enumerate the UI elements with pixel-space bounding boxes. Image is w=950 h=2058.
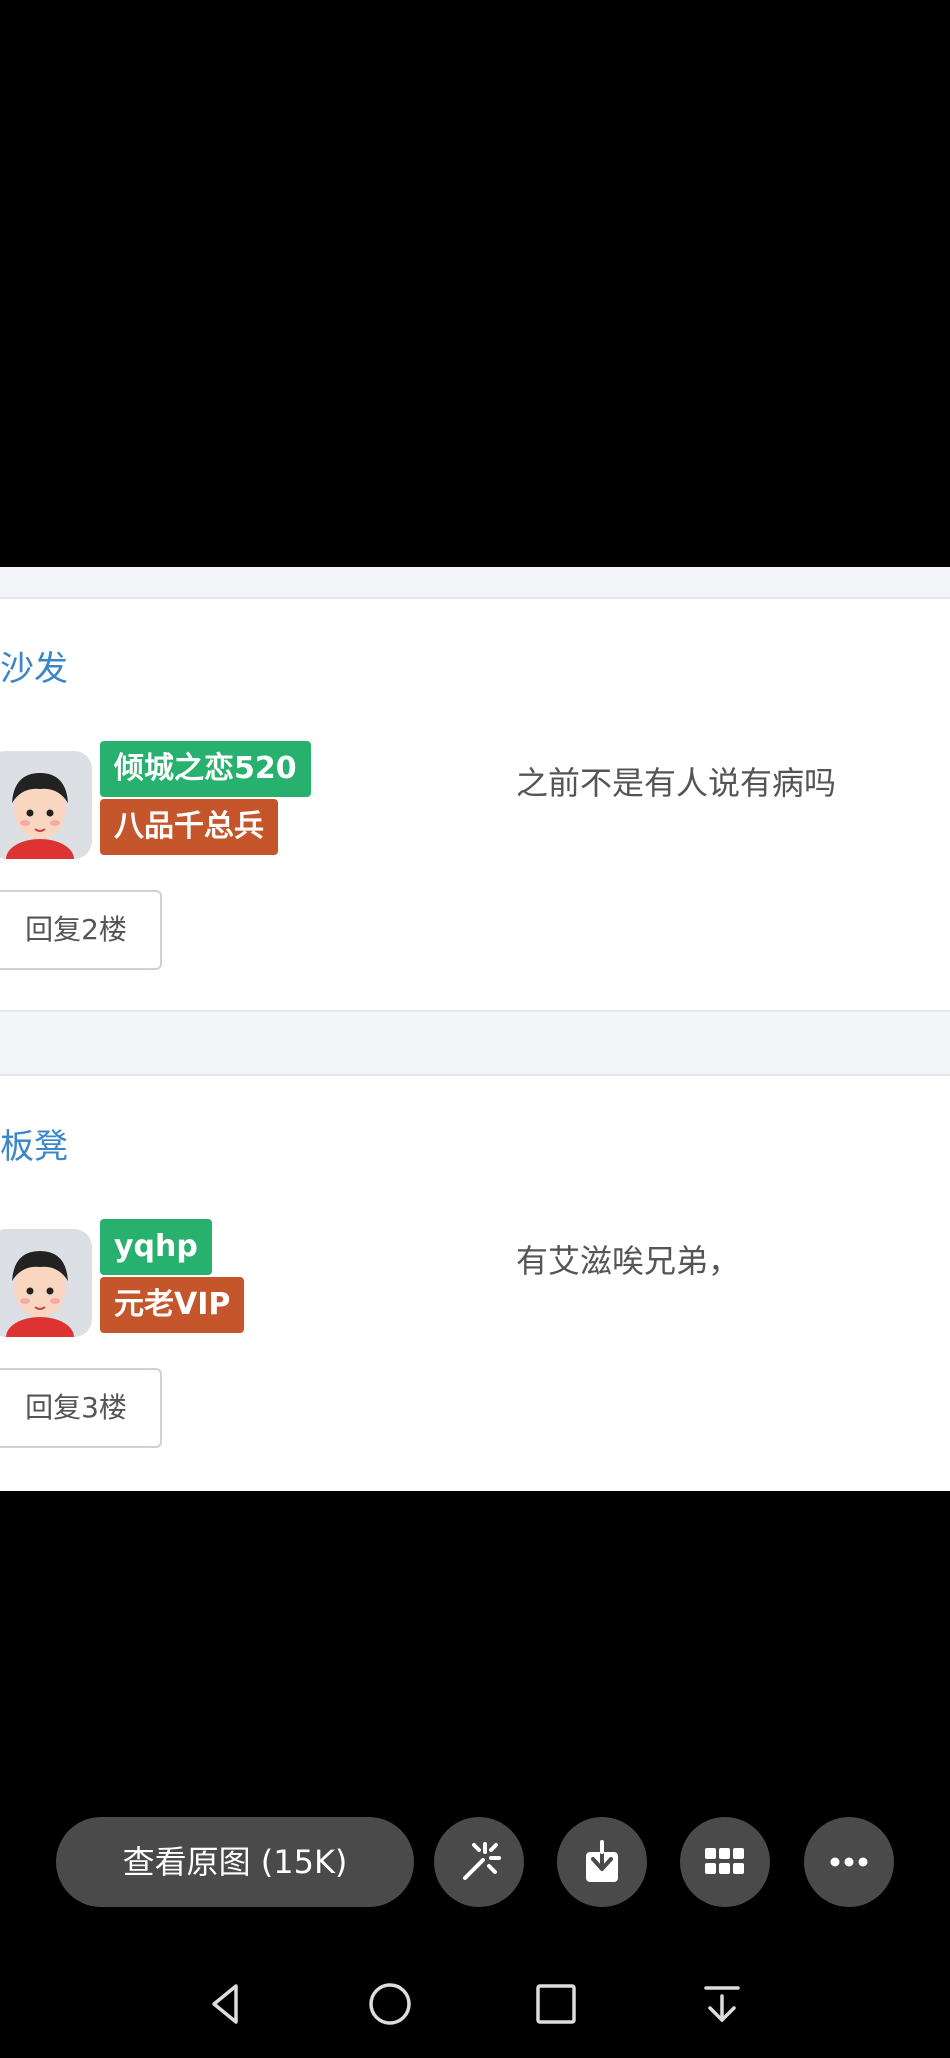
download-button[interactable]	[557, 1817, 647, 1907]
grid-button[interactable]	[680, 1817, 770, 1907]
magic-wand-icon	[463, 1842, 501, 1880]
forum-screenshot: 沙发 倾城之恋520 八品千总兵 之前不是有人说有病吗 回复2楼 板凳 yqhp…	[0, 567, 950, 1491]
reply-button[interactable]: 回复3楼	[0, 1368, 162, 1448]
more-button[interactable]	[804, 1817, 894, 1907]
notification-pull-icon	[704, 1986, 740, 2022]
post-content: 有艾滋唉兄弟，	[516, 1242, 741, 1280]
section-divider	[0, 1010, 950, 1076]
grid-icon	[705, 1848, 744, 1874]
username-badge[interactable]: yqhp	[100, 1219, 212, 1275]
rank-badge: 元老VIP	[100, 1277, 245, 1333]
recents-button[interactable]	[512, 1960, 600, 2048]
floor-tag: 沙发	[0, 649, 68, 689]
avatar-icon	[0, 1229, 92, 1337]
avatar-icon	[0, 751, 92, 859]
home-button[interactable]	[346, 1960, 434, 2048]
post-content: 之前不是有人说有病吗	[516, 764, 837, 802]
system-nav-bar	[0, 1960, 950, 2048]
home-icon	[369, 1983, 411, 2025]
view-original-button[interactable]: 查看原图 (15K)	[56, 1817, 414, 1907]
viewer-toolbar: 查看原图 (15K)	[0, 1817, 950, 1909]
avatar	[0, 1229, 92, 1337]
floor-tag: 板凳	[0, 1127, 68, 1167]
reply-button[interactable]: 回复2楼	[0, 890, 162, 970]
back-button[interactable]	[182, 1960, 270, 2048]
magic-wand-button[interactable]	[434, 1817, 524, 1907]
more-icon	[830, 1857, 868, 1867]
avatar	[0, 751, 92, 859]
download-icon	[586, 1840, 618, 1882]
rank-badge: 八品千总兵	[100, 799, 278, 855]
username-badge[interactable]: 倾城之恋520	[100, 741, 311, 797]
notification-pull-button[interactable]	[678, 1960, 766, 2048]
back-icon	[212, 1984, 238, 2024]
section-divider	[0, 567, 950, 599]
recents-icon	[536, 1984, 576, 2024]
